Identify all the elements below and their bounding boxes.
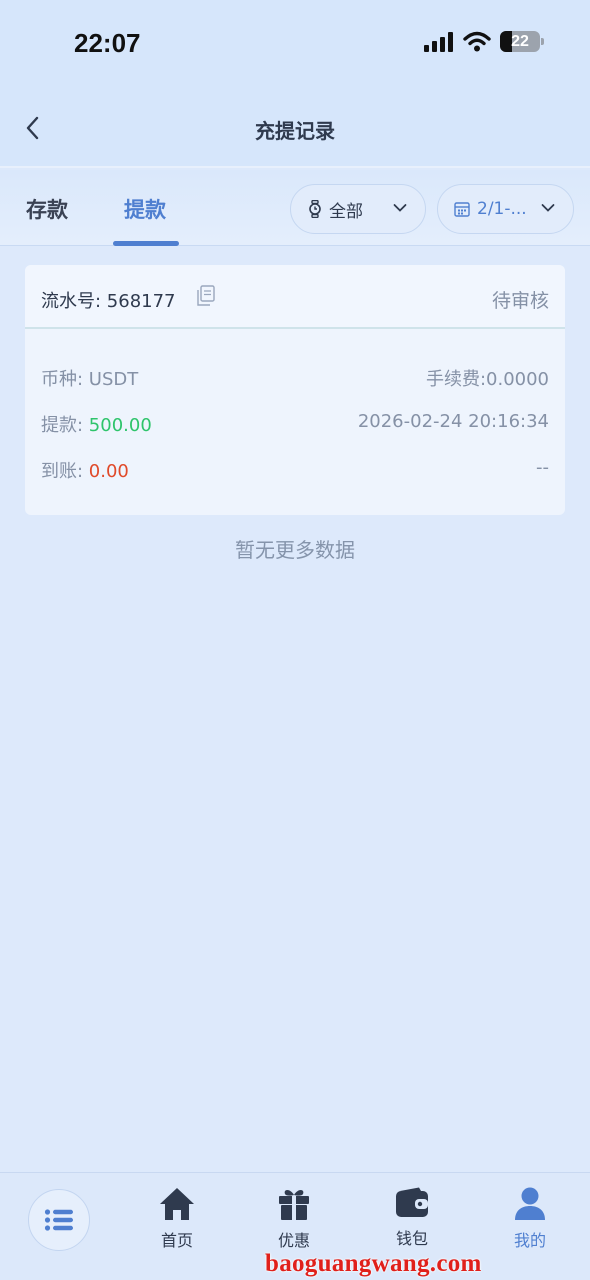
currency-label: 币种: USDT bbox=[41, 369, 139, 390]
battery-level: 22 bbox=[511, 33, 529, 50]
nav-profile[interactable]: 我的 bbox=[490, 1187, 570, 1251]
nav-promotions[interactable]: 优惠 bbox=[254, 1187, 334, 1251]
wallet-icon bbox=[396, 1187, 428, 1217]
chevron-down-icon bbox=[541, 204, 555, 212]
watch-icon bbox=[309, 200, 321, 218]
tabs-bar: 存款 提款 全部 2/1-... bbox=[0, 170, 590, 246]
status-filter-label: 全部 bbox=[329, 201, 363, 222]
nav-wallet[interactable]: 钱包 bbox=[372, 1187, 452, 1249]
page-title: 充提记录 bbox=[255, 119, 335, 143]
status-time: 22:07 bbox=[74, 28, 141, 58]
calendar-icon bbox=[454, 202, 470, 217]
received-amount: 0.00 bbox=[88, 461, 129, 482]
copy-icon[interactable] bbox=[196, 285, 216, 307]
active-tab-indicator bbox=[113, 241, 179, 246]
withdraw-row: 提款: 500.00 2026-02-24 20:16:34 bbox=[41, 411, 549, 437]
wifi-icon bbox=[463, 31, 491, 52]
date-filter-label: 2/1-... bbox=[477, 199, 527, 219]
record-time: 2026-02-24 20:16:34 bbox=[357, 411, 549, 432]
signal-icon bbox=[424, 31, 453, 52]
nav-home-label: 首页 bbox=[160, 1231, 193, 1250]
watermark: baoguangwang.com bbox=[265, 1250, 482, 1277]
home-icon bbox=[160, 1188, 194, 1220]
nav-profile-label: 我的 bbox=[513, 1231, 546, 1250]
menu-button[interactable] bbox=[28, 1189, 90, 1251]
fee-value: 手续费:0.0000 bbox=[425, 369, 549, 390]
user-icon bbox=[515, 1187, 545, 1220]
status-icons: 22 bbox=[424, 31, 544, 52]
status-bar: 22:07 22 bbox=[0, 0, 590, 88]
received-label: 到账: bbox=[41, 461, 89, 482]
list-menu-icon bbox=[44, 1209, 73, 1231]
date-filter-dropdown[interactable]: 2/1-... bbox=[437, 184, 574, 234]
nav-promotions-label: 优惠 bbox=[277, 1231, 310, 1250]
currency-row: 币种: USDT 手续费:0.0000 bbox=[41, 365, 549, 391]
battery-icon: 22 bbox=[500, 31, 544, 52]
nav-wallet-label: 钱包 bbox=[395, 1229, 428, 1248]
chevron-down-icon bbox=[393, 204, 407, 212]
status-badge: 待审核 bbox=[491, 290, 549, 312]
gift-icon bbox=[279, 1190, 309, 1220]
withdraw-label: 提款: bbox=[41, 415, 89, 436]
nav-bar: 充提记录 bbox=[0, 88, 590, 168]
record-card-header: 流水号: 568177 待审核 bbox=[25, 265, 565, 329]
withdraw-amount: 500.00 bbox=[88, 415, 152, 436]
nav-home[interactable]: 首页 bbox=[137, 1187, 217, 1251]
withdrawal-record-card: 流水号: 568177 待审核 币种: USDT 手续费:0.0000 提款: … bbox=[25, 265, 565, 515]
received-extra: -- bbox=[536, 457, 549, 478]
tab-withdraw[interactable]: 提款 bbox=[124, 194, 166, 224]
tab-deposit[interactable]: 存款 bbox=[26, 194, 68, 224]
received-row: 到账: 0.00 -- bbox=[41, 457, 549, 483]
serial-number: 流水号: 568177 bbox=[41, 291, 176, 312]
status-filter-dropdown[interactable]: 全部 bbox=[290, 184, 426, 234]
no-more-data-text: 暂无更多数据 bbox=[235, 538, 355, 562]
